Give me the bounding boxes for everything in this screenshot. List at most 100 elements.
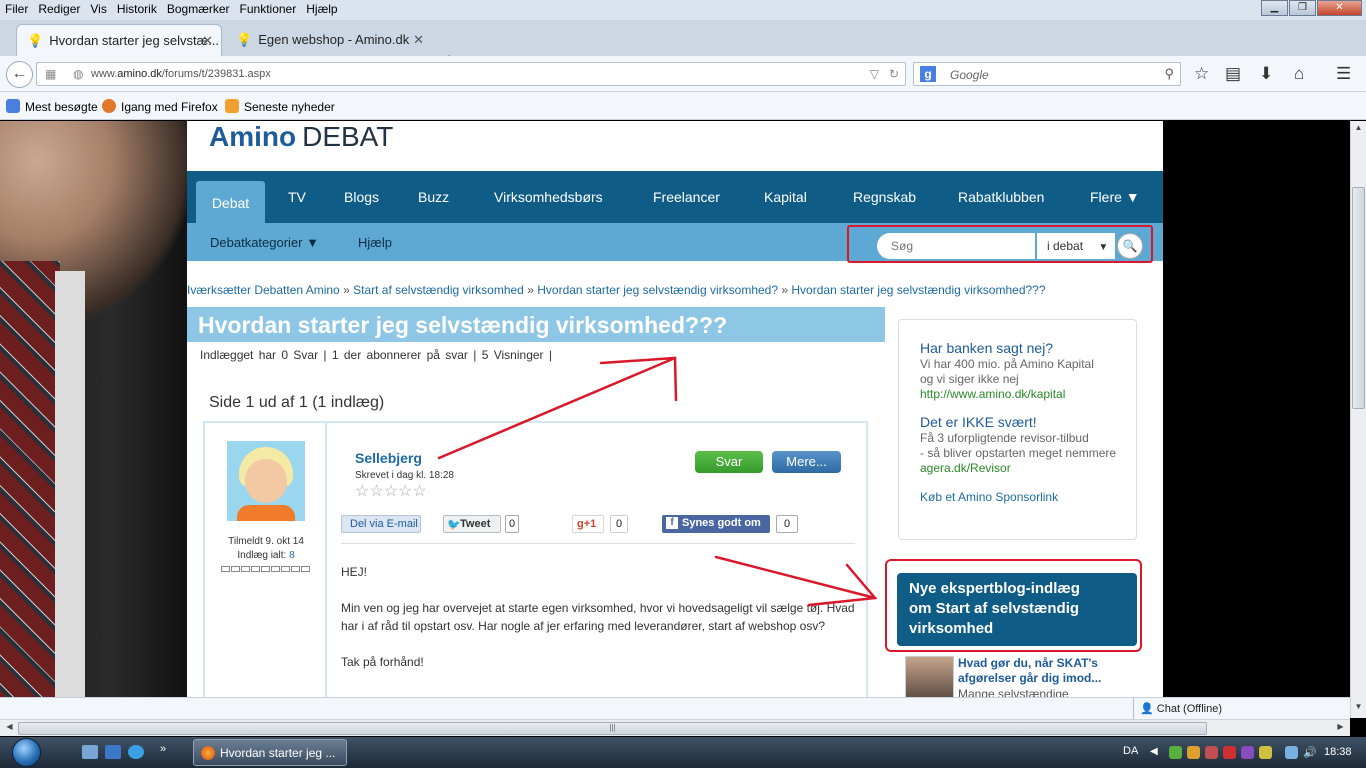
- breadcrumb-item[interactable]: Start af selvstændig virksomhed: [353, 283, 524, 297]
- divider: [341, 543, 855, 544]
- breadcrumb-item[interactable]: Hvordan starter jeg selvstændig virksomh…: [791, 283, 1045, 297]
- close-window-button[interactable]: ✕: [1317, 0, 1362, 16]
- ad-link[interactable]: http://www.amino.dk/kapital: [920, 387, 1065, 401]
- post-count-link[interactable]: 8: [289, 550, 295, 561]
- bookmark-most-visited[interactable]: Mest besøgte: [6, 99, 98, 114]
- close-tab-icon[interactable]: ✕: [202, 33, 213, 49]
- window-controls: ▁ ❐ ✕: [1260, 0, 1362, 16]
- home-icon[interactable]: ⌂: [1294, 64, 1304, 84]
- expert-blog-item[interactable]: Hvad gør du, når SKAT's afgørelser går d…: [905, 656, 1137, 697]
- tray-icon[interactable]: [1223, 746, 1236, 759]
- star-icon[interactable]: ☆: [1194, 64, 1209, 84]
- language-indicator[interactable]: DA: [1123, 745, 1138, 757]
- ad-title[interactable]: Har banken sagt nej?: [920, 340, 1053, 356]
- menu-rediger[interactable]: Rediger: [33, 0, 85, 18]
- tray-icon[interactable]: [1187, 746, 1200, 759]
- taskbar-firefox-window[interactable]: Hvordan starter jeg ...: [193, 739, 347, 766]
- scroll-thumb-horizontal[interactable]: |||: [18, 722, 1207, 735]
- network-icon[interactable]: [1285, 746, 1298, 759]
- expert-item-title[interactable]: Hvad gør du, når SKAT's afgørelser går d…: [958, 656, 1101, 686]
- menu-bogmaerker[interactable]: Bogmærker: [162, 0, 235, 18]
- tray-icon[interactable]: [1241, 746, 1254, 759]
- url-bar[interactable]: ▦ ◍ www.amino.dk/forums/t/239831.aspx ▽ …: [36, 62, 906, 86]
- desktop-icon[interactable]: [105, 745, 121, 759]
- chat-status[interactable]: 👤 Chat (Offline): [1133, 698, 1330, 719]
- start-button[interactable]: [8, 737, 48, 768]
- tray-expand-icon[interactable]: ◀: [1150, 746, 1163, 759]
- bookmark-getting-started[interactable]: Igang med Firefox: [102, 99, 218, 114]
- tab-active[interactable]: 💡 Hvordan starter jeg selvstæ... ✕: [16, 24, 222, 56]
- tweet-button[interactable]: 🐦 Tweet: [443, 515, 501, 533]
- scroll-thumb[interactable]: [1352, 187, 1365, 409]
- tray-icon[interactable]: [1169, 746, 1182, 759]
- avatar[interactable]: [227, 441, 305, 521]
- subnav-hjaelp[interactable]: Hjælp: [358, 235, 392, 250]
- subnav-debatkategorier[interactable]: Debatkategorier ▼: [210, 235, 319, 250]
- minimize-button[interactable]: ▁: [1261, 0, 1288, 16]
- volume-icon[interactable]: 🔊: [1303, 746, 1317, 759]
- joined-date: Tilmeldt 9. okt 14: [228, 536, 304, 547]
- menu-hjaelp[interactable]: Hjælp: [301, 0, 342, 18]
- author-name[interactable]: Sellebjerg: [355, 450, 422, 466]
- tab-webshop[interactable]: 💡 Egen webshop - Amino.dk ✕: [226, 24, 432, 56]
- site-logo[interactable]: Amino DEBAT: [209, 121, 393, 153]
- menu-filer[interactable]: Filer: [0, 0, 33, 18]
- menu-icon[interactable]: ☰: [1336, 64, 1351, 84]
- breadcrumb-item[interactable]: Hvordan starter jeg selvstændig virksomh…: [537, 283, 778, 297]
- nav-kapital[interactable]: Kapital: [764, 189, 807, 205]
- menu-funktioner[interactable]: Funktioner: [235, 0, 302, 18]
- close-tab-icon[interactable]: ✕: [413, 32, 424, 48]
- bookmark-latest-news[interactable]: Seneste nyheder: [225, 99, 335, 114]
- explorer-icon[interactable]: [82, 745, 98, 759]
- tray-icon[interactable]: [1259, 746, 1272, 759]
- reply-button[interactable]: Svar: [695, 451, 763, 473]
- nav-blogs[interactable]: Blogs: [344, 189, 379, 205]
- tweet-count: 0: [505, 515, 519, 533]
- member-info: Tilmeldt 9. okt 14 Indlæg ialt: 8: [205, 535, 327, 563]
- menu-historik[interactable]: Historik: [112, 0, 162, 18]
- scroll-down-icon[interactable]: ▼: [1351, 702, 1366, 716]
- download-icon[interactable]: ⬇: [1259, 64, 1273, 84]
- reload-icon[interactable]: ↻: [889, 67, 899, 81]
- maximize-button[interactable]: ❐: [1289, 0, 1316, 16]
- post-paragraph: HEJ!: [341, 565, 368, 579]
- search-scope-select[interactable]: i debat ▼: [1037, 233, 1115, 259]
- scroll-left-icon[interactable]: ◀: [2, 722, 17, 736]
- nav-buzz[interactable]: Buzz: [418, 189, 449, 205]
- nav-flere[interactable]: Flere ▼: [1090, 189, 1140, 205]
- site-search-input[interactable]: Søg: [877, 233, 1035, 259]
- clock[interactable]: 18:38: [1324, 746, 1352, 758]
- more-button[interactable]: Mere...: [772, 451, 841, 473]
- nav-virksomhedsbors[interactable]: Virksomhedsbørs: [494, 189, 603, 205]
- nav-regnskab[interactable]: Regnskab: [853, 189, 916, 205]
- buy-sponsorlink[interactable]: Køb et Amino Sponsorlink: [920, 490, 1058, 504]
- nav-debat[interactable]: Debat: [196, 181, 265, 223]
- user-icon: 👤: [1140, 703, 1154, 715]
- rating-stars[interactable]: ☆☆☆☆☆: [355, 481, 427, 501]
- back-button[interactable]: ←: [6, 61, 33, 88]
- nav-freelancer[interactable]: Freelancer: [653, 189, 720, 205]
- search-icon[interactable]: ⚲: [1164, 66, 1174, 82]
- ad-link[interactable]: agera.dk/Revisor: [920, 461, 1011, 475]
- share-email-button[interactable]: Del via E-mail: [341, 515, 421, 533]
- more-icon[interactable]: »: [160, 743, 166, 755]
- ie-icon[interactable]: [128, 745, 144, 759]
- nav-rabatklubben[interactable]: Rabatklubben: [958, 189, 1044, 205]
- horizontal-scrollbar[interactable]: ◀ ||| ▶: [0, 719, 1350, 736]
- gplus-button[interactable]: g+1: [572, 515, 604, 533]
- facebook-like-button[interactable]: f Synes godt om: [662, 515, 770, 533]
- ad-title[interactable]: Det er IKKE svært!: [920, 414, 1037, 430]
- browser-search-bar[interactable]: g Google ⚲: [913, 62, 1181, 86]
- dropdown-icon[interactable]: ▽: [870, 67, 879, 81]
- nav-tv[interactable]: TV: [288, 189, 306, 205]
- addon-bar: 👤 Chat (Offline): [0, 697, 1350, 719]
- breadcrumb-item[interactable]: Iværksætter Debatten Amino: [187, 283, 340, 297]
- background-image: [0, 121, 187, 697]
- vertical-scrollbar[interactable]: ▲ ▼: [1350, 121, 1366, 718]
- tray-icon[interactable]: [1205, 746, 1218, 759]
- menu-vis[interactable]: Vis: [85, 0, 111, 18]
- search-icon[interactable]: 🔍: [1117, 233, 1143, 259]
- scroll-right-icon[interactable]: ▶: [1333, 722, 1348, 736]
- bookmarks-icon[interactable]: ▤: [1225, 64, 1241, 84]
- scroll-up-icon[interactable]: ▲: [1351, 123, 1366, 137]
